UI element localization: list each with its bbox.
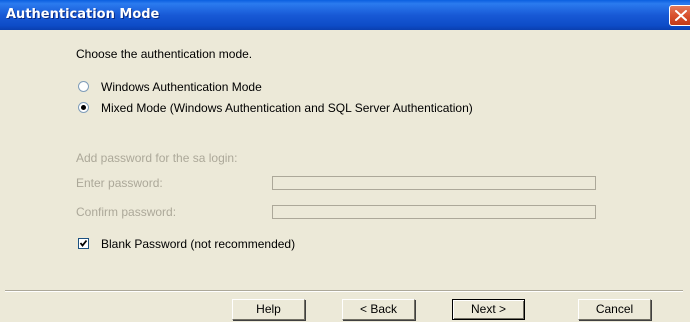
sa-login-heading: Add password for the sa login: xyxy=(76,151,238,165)
next-button[interactable]: Next > xyxy=(452,299,525,320)
window-title: Authentication Mode xyxy=(6,7,160,22)
enter-password-field[interactable] xyxy=(272,176,596,190)
radio-windows-auth[interactable] xyxy=(78,81,89,92)
radio-mixed-mode-label[interactable]: Mixed Mode (Windows Authentication and S… xyxy=(101,101,473,115)
title-bar[interactable]: Authentication Mode xyxy=(0,0,690,30)
help-button[interactable]: Help xyxy=(232,299,305,320)
authentication-mode-dialog: Authentication Mode Choose the authentic… xyxy=(0,0,690,322)
cancel-button[interactable]: Cancel xyxy=(578,299,651,320)
footer-separator xyxy=(5,290,683,292)
enter-password-label: Enter password: xyxy=(76,176,163,190)
auth-mode-prompt: Choose the authentication mode. xyxy=(76,47,253,61)
blank-password-label[interactable]: Blank Password (not recommended) xyxy=(101,237,295,251)
radio-windows-auth-label[interactable]: Windows Authentication Mode xyxy=(101,80,262,94)
checkmark-icon xyxy=(79,239,88,247)
close-icon xyxy=(675,10,687,21)
back-button[interactable]: < Back xyxy=(342,299,415,320)
radio-selected-dot xyxy=(81,105,86,110)
radio-mixed-mode[interactable] xyxy=(78,102,89,113)
close-button[interactable] xyxy=(669,5,690,26)
confirm-password-label: Confirm password: xyxy=(76,205,177,219)
blank-password-checkbox[interactable] xyxy=(78,238,89,249)
confirm-password-field[interactable] xyxy=(272,205,596,219)
